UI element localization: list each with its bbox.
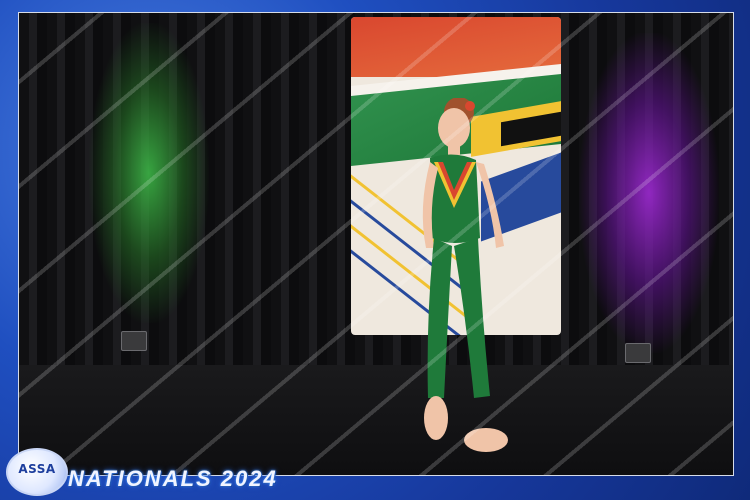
- stage-floor: [19, 365, 733, 475]
- floor-light-right: [625, 343, 651, 363]
- photo-frame: ASSA NATIONALS 2024: [0, 0, 750, 500]
- green-stage-light: [89, 23, 209, 323]
- purple-stage-light: [579, 33, 719, 353]
- event-title: NATIONALS 2024: [68, 466, 278, 491]
- stage-photo: [18, 12, 734, 476]
- logo-text: ASSA: [18, 462, 56, 476]
- gymnast-figure: [422, 98, 508, 452]
- assa-logo: ASSA: [6, 448, 68, 496]
- floor-light-left: [121, 331, 147, 351]
